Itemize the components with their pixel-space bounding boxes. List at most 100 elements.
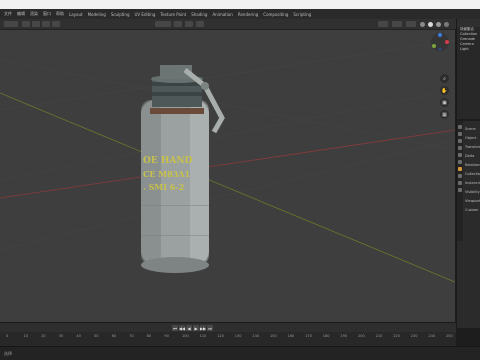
modifier-tab[interactable] [458,174,462,178]
menu-item[interactable]: 窗口 [43,11,51,17]
timeline-tick: 200 [358,334,365,338]
menu-item[interactable]: Rendering [238,12,258,17]
playback-button[interactable]: ⏮ [172,325,178,331]
viewport-header [0,19,456,30]
material-tab[interactable] [458,188,462,192]
grenade-model[interactable]: OE HAND CE M83A1 . SMI 6-2 [141,65,225,273]
timeline-tick: 120 [217,334,224,338]
tool-tab[interactable] [458,125,462,129]
navigation-gizmo[interactable] [431,33,449,51]
timeline-tick: 30 [58,334,64,338]
playback-button[interactable]: ▶▶ [200,325,206,331]
overlay-toggle[interactable] [406,21,416,27]
add-menu[interactable] [42,21,50,27]
pivot-button[interactable] [174,21,182,27]
properties-label[interactable]: Viewport [465,199,480,203]
title-bar [0,0,480,9]
snap-button[interactable] [185,21,193,27]
outliner-header [457,19,480,27]
timeline-tick: 130 [234,334,242,338]
3d-viewport[interactable]: OE HAND CE M83A1 . SMI 6-2 ⌕ ✋ ▣ ▦ [0,30,455,328]
view-layer-tab[interactable] [458,146,462,150]
menu-item[interactable]: Texture Paint [160,12,186,17]
visibility-button[interactable] [378,21,388,27]
playback-button[interactable]: ▶ [193,325,199,331]
menu-item[interactable]: Scripting [293,12,311,17]
view-menu[interactable] [22,21,30,27]
menu-item[interactable]: Shading [191,12,207,17]
timeline-tick: 210 [375,334,383,338]
timeline-tick: 230 [410,334,418,338]
timeline-tick: 140 [252,334,260,338]
menu-item[interactable]: 文件 [4,11,12,17]
menu-item[interactable]: Modeling [88,12,106,17]
shading-material-icon[interactable] [436,22,441,27]
properties-label[interactable]: Scene [465,127,476,131]
properties-label[interactable]: Delta [465,154,474,158]
timeline-tick: 0 [6,334,9,338]
timeline-tick: 50 [94,334,99,338]
menu-item[interactable]: UV Editing [135,12,156,17]
physics-tab[interactable] [458,181,462,185]
shading-solid-icon[interactable] [428,22,433,27]
camera-icon[interactable]: ▣ [440,98,449,107]
timeline-tick: 170 [305,334,312,338]
outliner-row[interactable]: Light [457,47,480,52]
timeline-tick: 60 [111,334,117,338]
timeline-tick: 40 [76,334,81,338]
properties-label[interactable]: Relations [465,163,480,167]
timeline-tick: 110 [199,334,207,338]
menu-item[interactable]: 帮助 [56,11,64,17]
timeline-tick: 240 [428,334,436,338]
timeline-tick: 190 [340,334,348,338]
menu-item[interactable]: 渲染 [30,11,38,17]
object-tab[interactable] [458,167,462,171]
properties-label[interactable]: Visibility [465,190,480,194]
output-tab[interactable] [458,139,462,143]
object-menu[interactable] [52,21,60,27]
render-tab[interactable] [458,132,462,136]
menu-bar: 文件 编辑 渲染 窗口 帮助 Layout Modeling Sculpting UV Edit… [0,9,480,19]
timeline-tick: 70 [129,334,134,338]
menu-item[interactable]: Sculpting [111,12,130,17]
properties-label[interactable]: Transform [465,145,480,149]
shading-render-icon[interactable] [444,22,449,27]
grid-icon[interactable]: ▦ [440,110,449,119]
properties-label[interactable]: Instancing [465,181,480,185]
properties-label[interactable]: Object [465,136,476,140]
menu-item[interactable]: Compositing [263,12,288,17]
properties-label[interactable]: Collections [465,172,480,176]
timeline-tick: 150 [270,334,277,338]
properties-panel: Scene Object Transform Delta Relations Collec… [456,121,480,328]
timeline-header: ⏮ ◀◀ ◀ ▶ ▶▶ ⏭ [0,322,456,332]
mode-select[interactable] [4,21,18,27]
playback-button[interactable]: ⏭ [207,325,213,331]
properties-tabs [457,121,463,241]
menu-item[interactable]: Animation [212,12,232,17]
timeline-tick: 160 [287,334,295,338]
zoom-icon[interactable]: ⌕ [440,74,449,83]
playback-controls: ⏮ ◀◀ ◀ ▶ ▶▶ ⏭ [172,325,213,331]
timeline-tick: 80 [146,334,152,338]
timeline-tick: 20 [41,334,46,338]
menu-item[interactable]: Layout [69,12,83,17]
timeline-tick: 10 [23,334,29,338]
properties-label[interactable]: Custom [465,208,478,212]
hand-icon[interactable]: ✋ [440,86,449,95]
select-menu[interactable] [32,21,40,27]
menu-item[interactable]: 编辑 [17,11,25,17]
gizmo-toggle[interactable] [392,21,402,27]
shading-wire-icon[interactable] [420,22,425,27]
playback-button[interactable]: ◀◀ [179,325,185,331]
timeline-tick: 220 [393,334,400,338]
world-tab[interactable] [458,160,462,164]
timeline-tick: 180 [322,334,330,338]
status-text: 选择 [4,351,12,356]
playback-button[interactable]: ◀ [186,325,192,331]
timeline[interactable]: 0 10 20 30 40 50 60 70 80 90 100 110 120 130 140 150 160… [0,332,456,346]
scene-tab[interactable] [458,153,462,157]
timeline-tick: 100 [182,334,189,338]
transform-orientation[interactable] [155,21,171,27]
svg-text:CE M83A1: CE M83A1 [143,169,190,179]
proportional-button[interactable] [196,21,204,27]
